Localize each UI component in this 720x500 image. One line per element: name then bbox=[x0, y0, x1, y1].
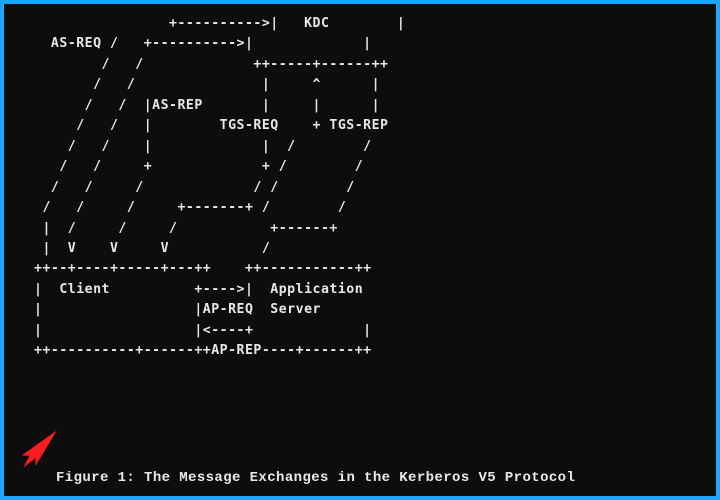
ascii-diagram: +---------->| KDC | AS-REQ / +----------… bbox=[34, 14, 698, 362]
arrow-icon bbox=[16, 426, 60, 470]
figure-caption: Figure 1: The Message Exchanges in the K… bbox=[56, 470, 575, 486]
diagram-frame: +---------->| KDC | AS-REQ / +----------… bbox=[0, 0, 720, 500]
red-arrow-annotation bbox=[16, 426, 60, 470]
